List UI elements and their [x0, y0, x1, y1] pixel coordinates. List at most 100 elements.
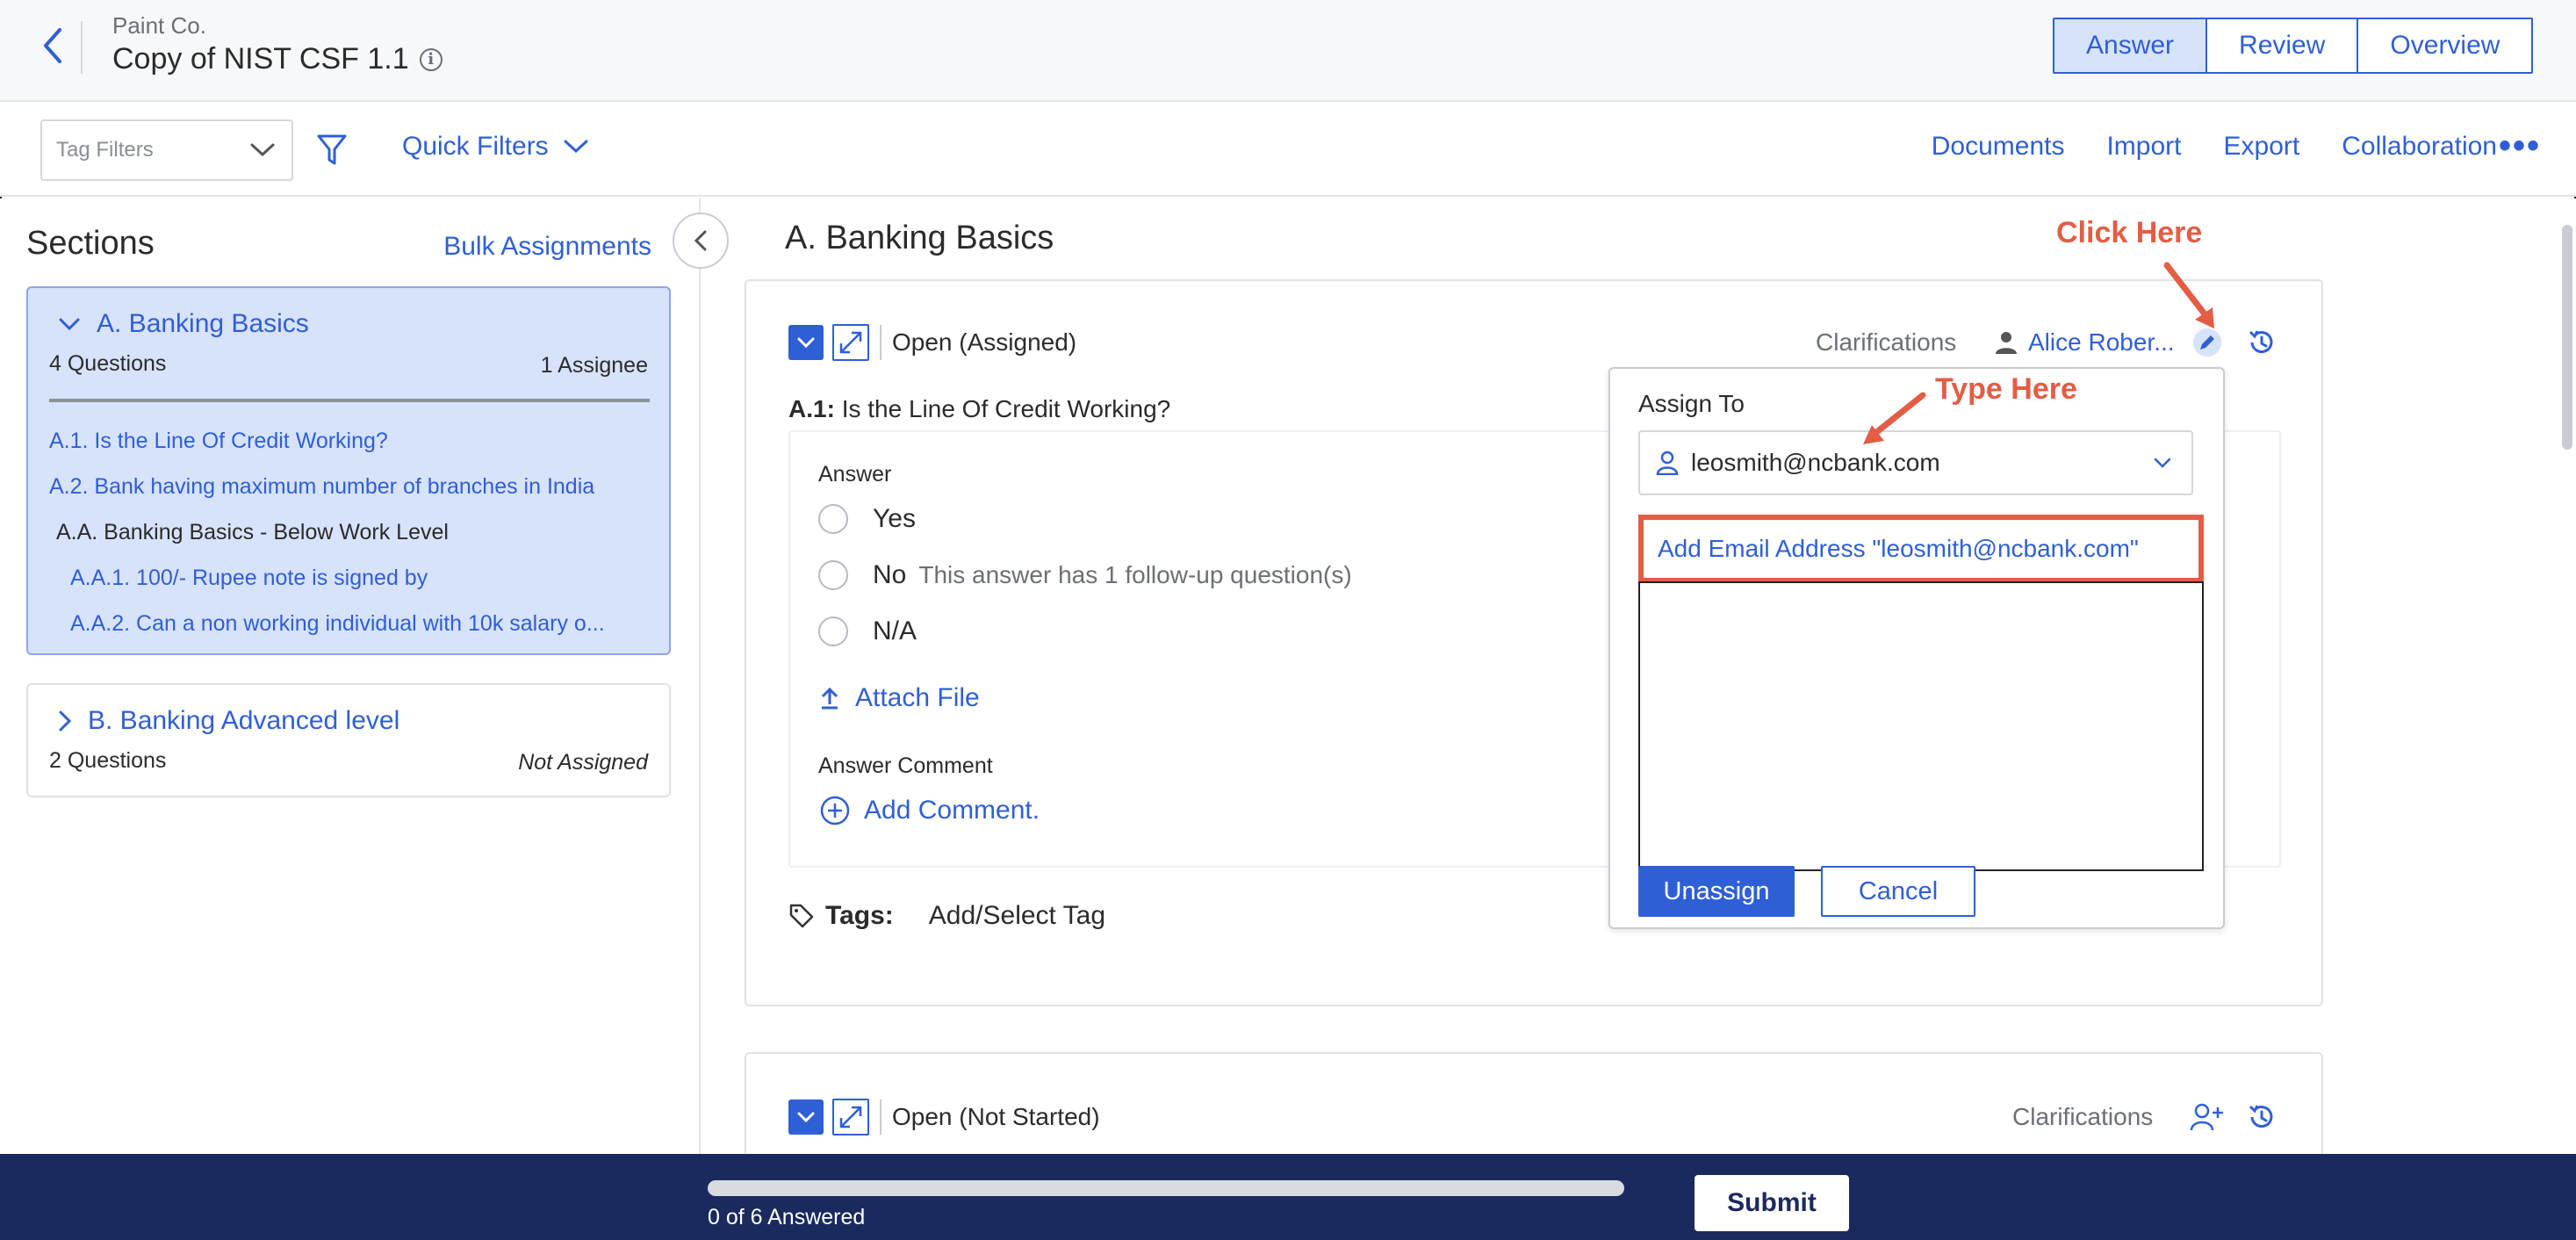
- tab-answer[interactable]: Answer: [2054, 19, 2208, 72]
- question-text: A.1: Is the Line Of Credit Working?: [788, 395, 1170, 423]
- clarifications-label[interactable]: Clarifications: [2012, 1103, 2153, 1131]
- chevron-down-icon: [2154, 458, 2171, 468]
- chevron-down-icon: [59, 318, 80, 331]
- page-title: Copy of NIST CSF 1.1 i: [112, 42, 443, 76]
- tab-review[interactable]: Review: [2207, 19, 2359, 72]
- sections-sidebar: Sections Bulk Assignments A. Banking Bas…: [0, 198, 701, 1154]
- answer-option-na[interactable]: N/A: [818, 616, 917, 646]
- info-icon[interactable]: i: [419, 47, 443, 71]
- toolbar: Tag Filters Quick Filters Documents Impo…: [0, 102, 2576, 197]
- answer-label: Answer: [818, 462, 892, 487]
- sidebar-item-a2[interactable]: A.2. Bank having maximum number of branc…: [49, 474, 594, 500]
- type-here-arrow-icon: [1863, 392, 1926, 444]
- expand-question-button[interactable]: [832, 324, 869, 361]
- company-name: Paint Co.: [112, 12, 206, 39]
- export-link[interactable]: Export: [2224, 132, 2300, 162]
- radio-circle-icon: [818, 616, 848, 646]
- cancel-button[interactable]: Cancel: [1821, 866, 1975, 917]
- tag-filters-select[interactable]: Tag Filters: [40, 119, 293, 181]
- sidebar-item-aa2[interactable]: A.A.2. Can a non working individual with…: [70, 611, 605, 637]
- section-a-assignee-count: 1 Assignee: [540, 353, 648, 378]
- followup-note: This answer has 1 follow-up question(s): [918, 561, 1352, 588]
- chevron-down-icon: [250, 143, 275, 157]
- plus-circle-icon: [820, 796, 850, 825]
- question-select-checkbox[interactable]: [788, 325, 824, 360]
- bulk-assignments-link[interactable]: Bulk Assignments: [443, 232, 651, 262]
- chevron-left-icon: [44, 28, 61, 63]
- expand-icon: [839, 331, 862, 354]
- answer-option-no[interactable]: No This answer has 1 follow-up question(…: [818, 560, 1352, 590]
- filter-icon: [317, 134, 347, 165]
- chevron-down-icon: [797, 337, 815, 349]
- mode-tabs: Answer Review Overview: [2053, 18, 2534, 74]
- add-user-icon: [2190, 1103, 2223, 1131]
- add-select-tag[interactable]: Add/Select Tag: [929, 901, 1105, 931]
- filter-funnel-button[interactable]: [316, 133, 348, 171]
- question-status: Open (Not Started): [892, 1103, 1100, 1130]
- assign-user-button[interactable]: [2188, 1099, 2227, 1135]
- question-select-checkbox[interactable]: [788, 1099, 824, 1135]
- answer-progress-text: 0 of 6 Answered: [708, 1205, 866, 1229]
- answer-progress-bar: [708, 1180, 1624, 1196]
- submit-button[interactable]: Submit: [1695, 1175, 1849, 1231]
- upload-icon: [821, 687, 838, 710]
- clarifications-label[interactable]: Clarifications: [1816, 328, 1956, 357]
- section-b-assignee-status: Not Assigned: [518, 750, 648, 775]
- chevron-down-icon: [564, 140, 588, 154]
- import-link[interactable]: Import: [2106, 132, 2181, 162]
- status-separator: [880, 325, 881, 360]
- click-here-arrow-icon: [2163, 262, 2214, 328]
- user-outline-icon: [1656, 451, 1679, 475]
- sidebar-item-aa1[interactable]: A.A.1. 100/- Rupee note is signed by: [70, 566, 428, 591]
- collaboration-link[interactable]: Collaboration: [2342, 132, 2497, 162]
- answer-comment-label: Answer Comment: [818, 753, 993, 778]
- expand-icon: [839, 1106, 862, 1128]
- assign-popup: Assign To leosmith@ncbank.com Add Email …: [1608, 367, 2225, 929]
- question-number: A.1:: [788, 395, 835, 422]
- type-here-annotation: Type Here: [1935, 372, 2077, 406]
- section-card-b[interactable]: B. Banking Advanced level 2 Questions No…: [26, 683, 671, 797]
- collapse-sidebar-button[interactable]: [673, 213, 729, 269]
- tab-overview[interactable]: Overview: [2358, 19, 2532, 72]
- more-options-icon[interactable]: •••: [2499, 126, 2541, 166]
- add-comment-button[interactable]: Add Comment.: [820, 796, 1040, 825]
- expand-question-button[interactable]: [832, 1099, 869, 1135]
- option-label: Yes: [873, 504, 916, 533]
- section-b-header[interactable]: B. Banking Advanced level: [58, 706, 399, 736]
- assign-to-value: leosmith@ncbank.com: [1691, 449, 1940, 476]
- sections-title: Sections: [26, 225, 155, 262]
- section-heading: A. Banking Basics: [785, 220, 1054, 256]
- assign-to-label: Assign To: [1638, 390, 1745, 417]
- section-card-a[interactable]: A. Banking Basics 4 Questions 1 Assignee…: [26, 286, 671, 655]
- quick-filters-dropdown[interactable]: Quick Filters: [402, 132, 589, 162]
- tags-label: Tags:: [825, 901, 894, 930]
- question-body: Is the Line Of Credit Working?: [841, 395, 1171, 422]
- sidebar-item-a1[interactable]: A.1. Is the Line Of Credit Working?: [49, 429, 388, 454]
- quick-filters-label: Quick Filters: [402, 132, 549, 161]
- status-separator: [880, 1099, 881, 1135]
- unassign-button[interactable]: Unassign: [1638, 866, 1795, 917]
- radio-circle-icon: [818, 504, 848, 534]
- main-scrollbar[interactable]: [2562, 225, 2572, 450]
- back-button[interactable]: [35, 21, 70, 70]
- add-email-suggestion[interactable]: Add Email Address "leosmith@ncbank.com": [1638, 515, 2204, 583]
- option-label: No: [873, 560, 907, 589]
- section-divider: [49, 399, 650, 402]
- page-title-text: Copy of NIST CSF 1.1: [112, 42, 409, 76]
- section-a-header[interactable]: A. Banking Basics: [58, 309, 309, 339]
- footer-bar: 0 of 6 Answered Submit: [0, 1154, 2576, 1240]
- history-icon: [2249, 330, 2273, 354]
- section-b-question-count: 2 Questions: [49, 748, 167, 773]
- history-button[interactable]: [2244, 325, 2279, 360]
- question-assignee[interactable]: Alice Rober...: [1995, 328, 2175, 357]
- section-a-question-count: 4 Questions: [49, 351, 167, 376]
- answer-option-yes[interactable]: Yes: [818, 504, 916, 534]
- suggestion-list: [1638, 581, 2204, 871]
- attach-file-button[interactable]: Attach File: [820, 683, 980, 713]
- history-button[interactable]: [2244, 1099, 2279, 1135]
- documents-link[interactable]: Documents: [1932, 132, 2065, 162]
- tags-row: Tags: Add/Select Tag: [788, 901, 1105, 931]
- top-header: Paint Co. Copy of NIST CSF 1.1 i Answer …: [0, 0, 2576, 102]
- option-label: N/A: [873, 616, 917, 645]
- chevron-down-icon: [797, 1112, 815, 1123]
